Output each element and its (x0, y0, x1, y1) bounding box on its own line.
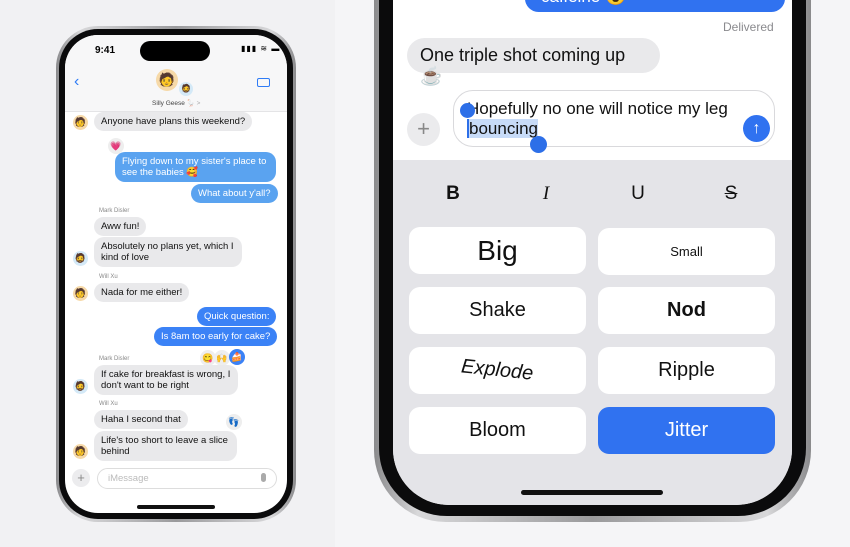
message-bubble[interactable]: Life's too short to leave a slice behind (94, 431, 237, 461)
tapback-selected[interactable]: 🍰 (229, 349, 245, 365)
message-bubble[interactable]: Anyone have plans this weekend? (94, 112, 253, 131)
status-icons: ▮▮▮ ≋ ▬ (241, 44, 281, 53)
bold-button[interactable]: B (438, 183, 468, 205)
effect-explode[interactable]: Explode (409, 347, 586, 394)
delivered-status: Delivered (723, 20, 774, 34)
avatar: 🧑 (73, 286, 88, 301)
tapback[interactable]: 🙌 (214, 350, 230, 366)
group-name-chevron: > (196, 100, 201, 107)
group-name[interactable]: Silly Geese 🪿 > (152, 99, 200, 107)
message-bubble[interactable]: If cake for breakfast is wrong, I don't … (94, 365, 238, 395)
selection-handle-start[interactable] (460, 103, 475, 118)
message-bubble[interactable]: Haha I second that (94, 410, 188, 429)
message-bubble-incoming[interactable]: One triple shot coming up ☕ (407, 38, 660, 86)
group-avatar-secondary: 🧔 (179, 82, 193, 96)
video-call-icon[interactable] (257, 78, 270, 87)
selected-text[interactable]: bouncing (467, 119, 539, 138)
message-bubble[interactable]: Nada for me either! (94, 283, 190, 302)
underline-button[interactable]: U (623, 183, 653, 205)
home-indicator (521, 490, 663, 495)
left-phone-screen: 9:41 ▮▮▮ ≋ ▬ ‹ 🧑 🧔 Silly Geese 🪿 > 🧑 Any… (65, 35, 287, 513)
avatar: 🧑 (73, 444, 88, 459)
sender-name: Will Xu (99, 401, 118, 407)
effect-bloom[interactable]: Bloom (409, 407, 586, 454)
message-bubble[interactable]: Quick question: (197, 307, 277, 326)
avatar: 🧑 (73, 115, 88, 130)
effect-explode-label: Explode (460, 355, 535, 385)
back-chevron-icon[interactable]: ‹ (74, 73, 79, 91)
avatar: 🧔 (73, 379, 88, 394)
message-bubble-outgoing[interactable]: caffeine 😮 (525, 0, 785, 12)
tapback[interactable]: 👣 (226, 414, 242, 430)
effect-ripple[interactable]: Ripple (598, 347, 775, 394)
effect-jitter-selected[interactable]: Jitter (598, 407, 775, 454)
message-bubble[interactable]: What about y'all? (191, 184, 278, 203)
sender-name: Mark Disler (99, 208, 130, 214)
add-attachment-button[interactable]: + (72, 469, 90, 487)
message-bubble[interactable]: Flying down to my sister's place to see … (115, 152, 276, 182)
sender-name: Will Xu (99, 274, 118, 280)
message-input[interactable]: iMessage (97, 468, 277, 489)
message-input[interactable]: Hopefully no one will notice my leg boun… (453, 90, 775, 147)
send-arrow-up-icon[interactable]: ↑ (743, 115, 770, 142)
effect-big[interactable]: Big (409, 227, 586, 274)
italic-button[interactable]: I (531, 183, 561, 205)
effect-nod[interactable]: Nod (598, 287, 775, 334)
home-indicator (137, 505, 215, 509)
effect-shake[interactable]: Shake (409, 287, 586, 334)
strikethrough-button[interactable]: S (716, 183, 746, 205)
group-name-text: Silly Geese 🪿 (152, 100, 195, 107)
dynamic-island (140, 41, 210, 61)
avatar: 🧔 (73, 251, 88, 266)
message-bubble[interactable]: Absolutely no plans yet, which I kind of… (94, 237, 242, 267)
status-time: 9:41 (95, 45, 116, 56)
selection-handle-end[interactable] (530, 136, 547, 153)
draft-line: Hopefully no one will notice my leg (467, 99, 728, 118)
message-bubble[interactable]: Is 8am too early for cake? (154, 327, 278, 346)
add-attachment-button[interactable]: + (407, 113, 440, 146)
effect-small[interactable]: Small (598, 228, 775, 275)
message-bubble[interactable]: Aww fun! (94, 217, 147, 236)
mic-icon[interactable] (261, 473, 266, 482)
group-avatar[interactable]: 🧑 (156, 69, 178, 91)
sender-name: Mark Disler (99, 356, 130, 362)
